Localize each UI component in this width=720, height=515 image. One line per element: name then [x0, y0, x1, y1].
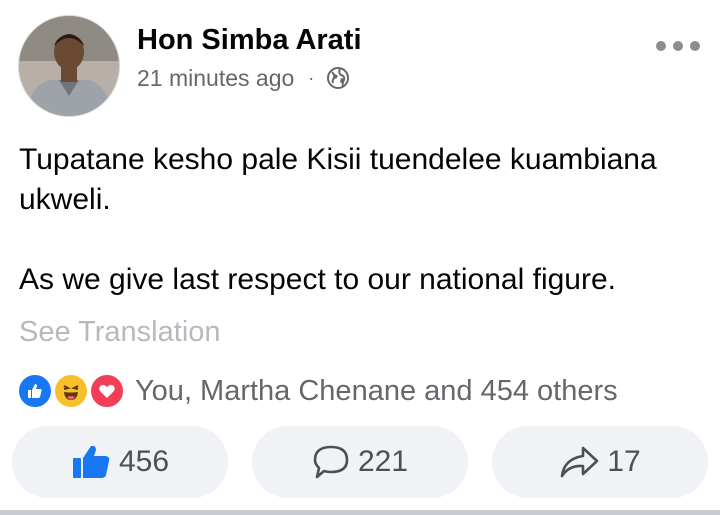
post-text-paragraph: Tupatane kesho pale Kisii tuendelee kuam…: [19, 143, 657, 216]
comment-count: 221: [357, 445, 409, 478]
more-dot: [690, 41, 700, 51]
post-meta: 21 minutes ago ·: [137, 63, 350, 93]
more-dot: [673, 41, 683, 51]
post-divider: [0, 510, 720, 515]
like-icon: [17, 373, 53, 409]
reactions-summary[interactable]: You, Martha Chenane and 454 others: [17, 370, 618, 412]
post-body: Tupatane kesho pale Kisii tuendelee kuam…: [19, 140, 709, 300]
post-actions: 456 221 17: [12, 426, 708, 498]
love-icon: [89, 373, 125, 409]
post-timestamp[interactable]: 21 minutes ago: [137, 65, 294, 92]
share-button[interactable]: 17: [492, 426, 708, 498]
author-name[interactable]: Hon Simba Arati: [137, 24, 362, 57]
reaction-icons: [17, 371, 129, 411]
more-dot: [656, 41, 666, 51]
meta-separator: ·: [308, 67, 315, 88]
like-count: 456: [118, 445, 170, 478]
comment-icon: [313, 445, 349, 479]
like-button[interactable]: 456: [12, 426, 228, 498]
avatar-photo: [19, 16, 119, 116]
share-count: 17: [607, 445, 641, 478]
author-avatar[interactable]: [18, 15, 120, 117]
thumbs-up-icon: [72, 445, 110, 478]
reactions-text[interactable]: You, Martha Chenane and 454 others: [135, 375, 618, 408]
haha-icon: [53, 373, 89, 409]
more-options-icon[interactable]: [656, 36, 700, 56]
globe-icon[interactable]: [326, 66, 350, 90]
post-text-paragraph: As we give last respect to our national …: [19, 263, 616, 296]
see-translation-link[interactable]: See Translation: [19, 316, 221, 349]
post-header: Hon Simba Arati 21 minutes ago ·: [0, 0, 720, 130]
share-icon: [561, 446, 599, 478]
comment-button[interactable]: 221: [252, 426, 468, 498]
